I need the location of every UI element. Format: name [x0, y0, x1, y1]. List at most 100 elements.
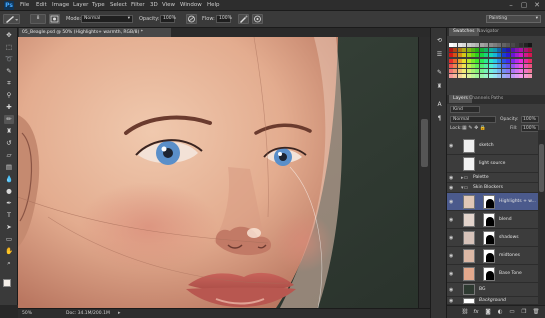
swatch[interactable]: [462, 53, 467, 58]
swatch[interactable]: [462, 69, 467, 73]
swatch[interactable]: [523, 69, 528, 73]
swatch[interactable]: [471, 58, 475, 63]
swatch[interactable]: [510, 48, 515, 53]
swatch[interactable]: [457, 48, 462, 53]
swatch[interactable]: [501, 43, 506, 47]
eyedropper-icon[interactable]: ⚲: [4, 91, 14, 100]
pen-icon[interactable]: ✒: [4, 199, 14, 208]
swatch[interactable]: [484, 48, 489, 53]
swatch[interactable]: [497, 63, 502, 68]
blur-icon[interactable]: 💧: [4, 175, 14, 184]
swatch[interactable]: [493, 43, 497, 47]
swatch[interactable]: [515, 63, 519, 68]
clone-stamp-icon[interactable]: ♜: [4, 127, 14, 136]
link-icon[interactable]: ⛓: [461, 309, 469, 316]
swatch[interactable]: [475, 63, 480, 68]
swatch[interactable]: [493, 63, 497, 68]
swatch[interactable]: [457, 58, 462, 63]
swatch[interactable]: [523, 74, 528, 79]
layer-group-row[interactable]: ◉ ▾▭ Skin Blockers: [447, 183, 538, 193]
layer-mask-thumbnail[interactable]: [483, 249, 495, 263]
swatch[interactable]: [484, 58, 489, 63]
airbrush-toggle[interactable]: [238, 14, 249, 24]
layer-group-row[interactable]: ◉ ▸▭ Palette: [447, 173, 538, 183]
swatch[interactable]: [453, 48, 458, 53]
swatch[interactable]: [510, 58, 515, 63]
marquee-icon[interactable]: ⬚: [4, 43, 14, 52]
pressure-opacity-toggle[interactable]: [186, 14, 197, 24]
swatch[interactable]: [501, 48, 506, 53]
swatch[interactable]: [506, 74, 511, 79]
swatch[interactable]: [519, 48, 524, 53]
swatch[interactable]: [497, 69, 502, 73]
eye-icon[interactable]: ◉: [449, 235, 456, 241]
swatch[interactable]: [519, 69, 524, 73]
path-select-icon[interactable]: ➤: [4, 223, 14, 232]
swatch[interactable]: [462, 43, 467, 47]
swatch[interactable]: [475, 58, 480, 63]
swatch[interactable]: [466, 53, 471, 58]
clone-source-icon[interactable]: ♜: [435, 82, 444, 91]
swatch[interactable]: [519, 53, 524, 58]
swatch[interactable]: [510, 63, 515, 68]
swatch[interactable]: [493, 58, 497, 63]
swatch[interactable]: [462, 74, 467, 79]
swatch[interactable]: [519, 43, 524, 47]
menu-type[interactable]: Type: [92, 2, 105, 9]
history-icon[interactable]: ⟲: [435, 36, 444, 45]
swatch[interactable]: [488, 53, 493, 58]
tab-paths[interactable]: Paths: [487, 95, 507, 103]
swatch[interactable]: [475, 43, 480, 47]
status-arrow-icon[interactable]: ▸: [118, 311, 123, 316]
mask-icon[interactable]: ◙: [484, 309, 492, 316]
swatch[interactable]: [471, 74, 475, 79]
swatch[interactable]: [510, 74, 515, 79]
swatch[interactable]: [523, 58, 528, 63]
layer-filter-kind[interactable]: Kind: [450, 106, 480, 113]
swatch[interactable]: [453, 69, 458, 73]
swatch[interactable]: [484, 43, 489, 47]
fx-icon[interactable]: fx: [472, 309, 480, 316]
swatch[interactable]: [506, 69, 511, 73]
swatch[interactable]: [528, 58, 533, 63]
swatch[interactable]: [515, 58, 519, 63]
swatch[interactable]: [510, 69, 515, 73]
swatch[interactable]: [453, 43, 458, 47]
swatch[interactable]: [523, 48, 528, 53]
brush-preset-picker[interactable]: 8: [30, 14, 46, 24]
swatch[interactable]: [501, 63, 506, 68]
swatch[interactable]: [528, 43, 533, 47]
swatch[interactable]: [510, 53, 515, 58]
layer-mask-thumbnail[interactable]: [483, 213, 495, 227]
workspace-select[interactable]: Painting ▾: [486, 15, 541, 23]
brush-icon[interactable]: ✏: [4, 115, 14, 124]
swatch[interactable]: [449, 69, 453, 73]
swatch[interactable]: [493, 69, 497, 73]
swatch[interactable]: [462, 48, 467, 53]
opacity-field[interactable]: 100%: [160, 15, 176, 23]
layer-mask-thumbnail[interactable]: [483, 231, 495, 245]
quick-select-icon[interactable]: ✎: [4, 67, 14, 76]
close-button[interactable]: ✕: [532, 1, 542, 10]
eraser-icon[interactable]: ▱: [4, 151, 14, 160]
eye-icon[interactable]: ◉: [449, 199, 456, 205]
swatch[interactable]: [501, 74, 506, 79]
swatch[interactable]: [484, 53, 489, 58]
menu-filter[interactable]: Filter: [131, 2, 145, 9]
swatch[interactable]: [471, 63, 475, 68]
eye-icon[interactable]: ◉: [449, 287, 456, 293]
eye-icon[interactable]: ◉: [449, 217, 456, 223]
swatch[interactable]: [515, 43, 519, 47]
menu-layer[interactable]: Layer: [73, 2, 88, 9]
swatch[interactable]: [479, 58, 484, 63]
swatch[interactable]: [497, 58, 502, 63]
adjustment-icon[interactable]: ◐: [496, 309, 504, 316]
menu-window[interactable]: Window: [180, 2, 202, 9]
swatch[interactable]: [449, 58, 453, 63]
swatch[interactable]: [453, 53, 458, 58]
character-icon[interactable]: A: [435, 100, 444, 109]
swatch[interactable]: [466, 58, 471, 63]
lock-icons[interactable]: ▦ ✎ ✥ 🔒: [462, 125, 486, 131]
swatch[interactable]: [457, 69, 462, 73]
swatch[interactable]: [488, 58, 493, 63]
